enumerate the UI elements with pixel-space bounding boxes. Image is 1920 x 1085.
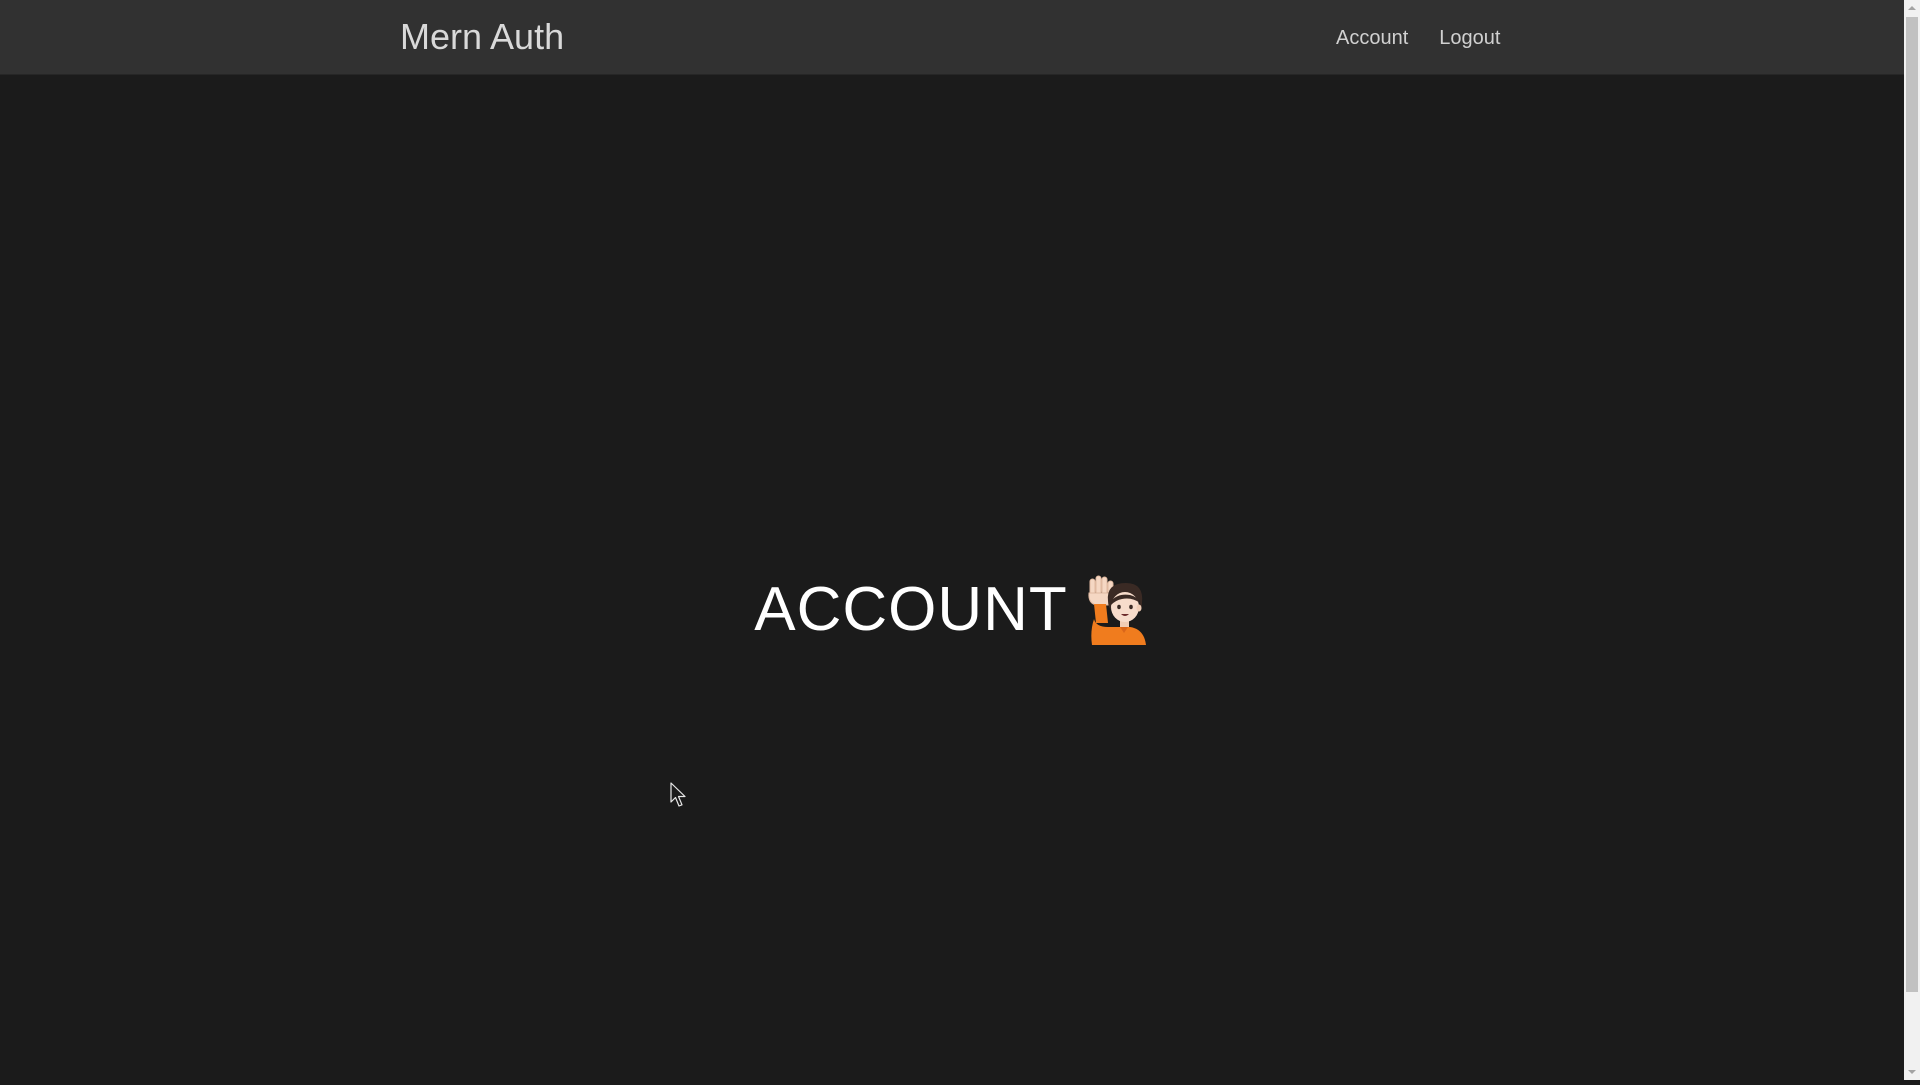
scroll-down-arrow-icon[interactable] xyxy=(1904,1064,1920,1080)
nav-links: Account Logout xyxy=(1336,24,1500,52)
scrollbar-thumb[interactable] xyxy=(1906,17,1918,992)
scroll-up-arrow-icon[interactable] xyxy=(1904,0,1920,16)
navbar: Mern Auth Account Logout xyxy=(0,0,1904,75)
page-title: ACCOUNT xyxy=(754,575,1068,644)
page: Mern Auth Account Logout ACCOUNT xyxy=(0,0,1904,1080)
vertical-scrollbar[interactable] xyxy=(1904,0,1920,1080)
mouse-cursor-icon xyxy=(670,782,688,808)
brand-link[interactable]: Mern Auth xyxy=(400,16,564,58)
person-raising-hand-icon xyxy=(1086,575,1150,645)
nav-link-account[interactable]: Account xyxy=(1336,24,1408,52)
main-content: ACCOUNT xyxy=(0,575,1904,645)
nav-link-logout[interactable]: Logout xyxy=(1439,24,1500,52)
